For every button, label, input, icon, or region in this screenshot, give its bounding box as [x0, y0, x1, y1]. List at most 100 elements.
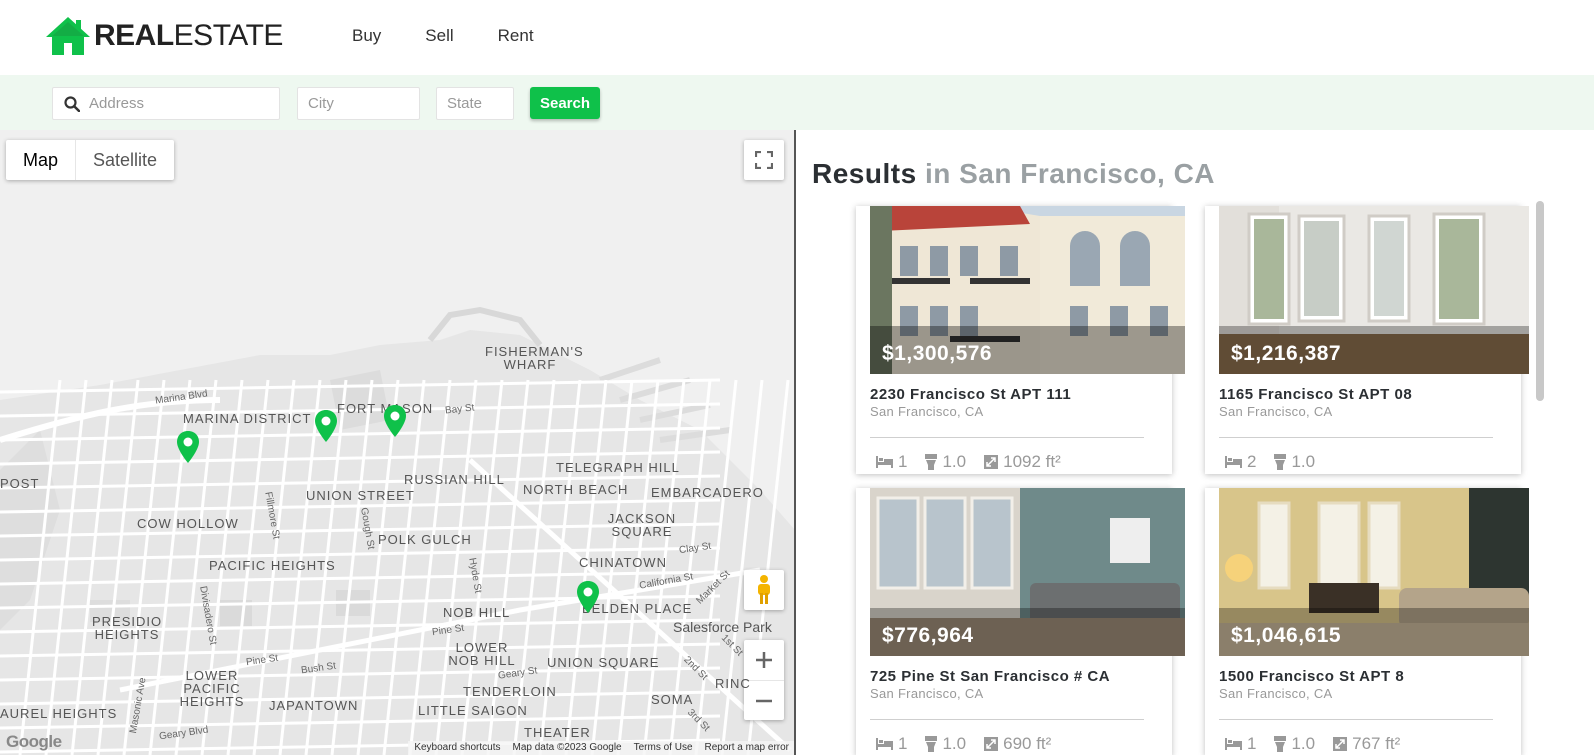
- map-label-japantown: JAPANTOWN: [269, 698, 359, 713]
- logo-text-bold: REAL: [94, 19, 174, 52]
- bed-icon: [1225, 738, 1242, 750]
- state-input[interactable]: [447, 88, 513, 119]
- city-field[interactable]: [297, 87, 420, 120]
- street-view-button[interactable]: [744, 570, 784, 610]
- address-input[interactable]: [89, 88, 279, 119]
- beds-value: 1: [898, 452, 908, 471]
- listing-address: 1500 Francisco St APT 8: [1219, 668, 1405, 685]
- map-label-cow-hollow: COW HOLLOW: [137, 516, 239, 531]
- map-label-little-saigon: LITTLE SAIGON: [418, 703, 528, 718]
- beds-value: 2: [1247, 452, 1257, 471]
- listing-stats: 1 1.0 690 ft²: [876, 734, 1069, 754]
- map-footer: Keyboard shortcuts Map data ©2023 Google…: [408, 741, 795, 755]
- map-marker[interactable]: [315, 410, 337, 442]
- state-field[interactable]: [436, 87, 514, 120]
- map-marker[interactable]: [384, 405, 406, 437]
- pegman-icon: [758, 575, 770, 604]
- fullscreen-icon: [755, 151, 773, 169]
- fullscreen-button[interactable]: [744, 140, 784, 180]
- toilet-icon: [925, 454, 938, 470]
- results-scrollbar[interactable]: [1536, 201, 1544, 401]
- beds-value: 1: [1247, 734, 1257, 753]
- keyboard-shortcuts-link[interactable]: Keyboard shortcuts: [414, 741, 500, 755]
- report-map-error-link[interactable]: Report a map error: [705, 741, 789, 755]
- map-label-telegraph-hill: TELEGRAPH HILL: [556, 460, 680, 475]
- baths-value: 1.0: [1291, 734, 1316, 753]
- plus-icon: [756, 652, 772, 668]
- listing-card[interactable]: $1,046,615 1500 Francisco St APT 8 San F…: [1205, 488, 1529, 755]
- map-label-pacific-heights: PACIFIC HEIGHTS: [209, 558, 336, 573]
- map-label-chinatown: CHINATOWN: [579, 555, 667, 570]
- map-label-embarcadero: EMBARCADERO: [651, 485, 764, 500]
- map-label-laurel-heights: AUREL HEIGHTS: [0, 706, 118, 721]
- listing-address: 2230 Francisco St APT 111: [870, 386, 1072, 403]
- terms-of-use-link[interactable]: Terms of Use: [634, 741, 693, 755]
- map-type-satellite[interactable]: Satellite: [76, 140, 174, 180]
- search-bar: Search: [0, 75, 1594, 130]
- google-logo: Google: [6, 732, 62, 751]
- area-stat: 767 ft²: [1333, 734, 1400, 754]
- divider: [870, 719, 1144, 720]
- divider: [1219, 719, 1493, 720]
- address-field[interactable]: [52, 87, 280, 120]
- divider: [870, 437, 1144, 438]
- map-marker[interactable]: [577, 581, 599, 613]
- results-heading-label: Results: [812, 158, 917, 189]
- area-stat: 690 ft²: [984, 734, 1051, 754]
- bed-icon: [876, 456, 893, 468]
- main-nav: Buy Sell Rent: [352, 26, 578, 46]
- map-label-russian-hill: RUSSIAN HILL: [404, 472, 505, 487]
- nav-buy[interactable]: Buy: [352, 26, 381, 46]
- listing-city: San Francisco, CA: [1219, 404, 1333, 419]
- nav-rent[interactable]: Rent: [498, 26, 534, 46]
- area-icon: [984, 737, 999, 751]
- divider: [1219, 437, 1493, 438]
- baths-value: 1.0: [942, 452, 967, 471]
- baths-stat: 1.0: [925, 734, 966, 754]
- area-value: 767 ft²: [1352, 734, 1401, 753]
- results-location: in San Francisco, CA: [924, 158, 1216, 189]
- listing-card[interactable]: $1,300,576 2230 Francisco St APT 111 San…: [856, 206, 1185, 474]
- map-label-post: POST: [0, 476, 40, 491]
- map-label-north-beach: NORTH BEACH: [523, 482, 629, 497]
- map-label-fishermans-wharf: FISHERMAN'S WHARF: [485, 344, 584, 372]
- baths-value: 1.0: [1291, 452, 1316, 471]
- listing-price: $776,964: [882, 624, 974, 647]
- results-heading: Results in San Francisco, CA: [812, 158, 1215, 190]
- toilet-icon: [1274, 736, 1287, 752]
- map-type-map[interactable]: Map: [6, 140, 77, 180]
- toilet-icon: [925, 736, 938, 752]
- search-icon: [64, 96, 80, 112]
- listing-card[interactable]: $1,216,387 1165 Francisco St APT 08 San …: [1205, 206, 1529, 474]
- listing-price: $1,046,615: [1231, 624, 1342, 647]
- listing-card[interactable]: $776,964 725 Pine St San Francisco # CA …: [856, 488, 1185, 755]
- map-marker[interactable]: [177, 431, 199, 463]
- area-value: 1092 ft²: [1003, 452, 1061, 471]
- map-label-polk-gulch: POLK GULCH: [378, 532, 472, 547]
- nav-sell[interactable]: Sell: [425, 26, 453, 46]
- search-button[interactable]: Search: [530, 87, 600, 119]
- map-label-union-square: UNION SQUARE: [547, 655, 660, 670]
- minus-icon: [756, 699, 772, 702]
- beds-value: 1: [898, 734, 908, 753]
- map-label-jackson-square: JACKSON SQUARE: [607, 511, 677, 539]
- city-input[interactable]: [308, 88, 419, 119]
- map-data-attribution: Map data ©2023 Google: [512, 742, 622, 753]
- map[interactable]: Map Satellite FISHERMAN'S WHARF MARINA D…: [0, 130, 795, 755]
- map-label-nob-hill: NOB HILL: [443, 605, 511, 620]
- beds-stat: 1: [876, 452, 907, 472]
- area-icon: [984, 455, 999, 469]
- baths-stat: 1.0: [925, 452, 966, 472]
- map-label-rincon: RINC: [715, 676, 751, 691]
- map-label-soma: SOMA: [651, 692, 694, 707]
- listing-price: $1,216,387: [1231, 342, 1342, 365]
- map-label-lower-nob-hill: LOWER NOB HILL: [448, 640, 516, 668]
- listing-stats: 1 1.0 1092 ft²: [876, 452, 1079, 472]
- listing-address: 725 Pine St San Francisco # CA: [870, 668, 1111, 685]
- zoom-in-button[interactable]: [744, 640, 784, 680]
- map-label-tenderloin: TENDERLOIN: [463, 684, 557, 699]
- map-label-theater: THEATER: [524, 725, 591, 740]
- map-label-lower-pacific-heights: LOWER PACIFIC HEIGHTS: [179, 668, 245, 709]
- logo[interactable]: REALESTATE: [46, 16, 283, 56]
- bed-icon: [1225, 456, 1242, 468]
